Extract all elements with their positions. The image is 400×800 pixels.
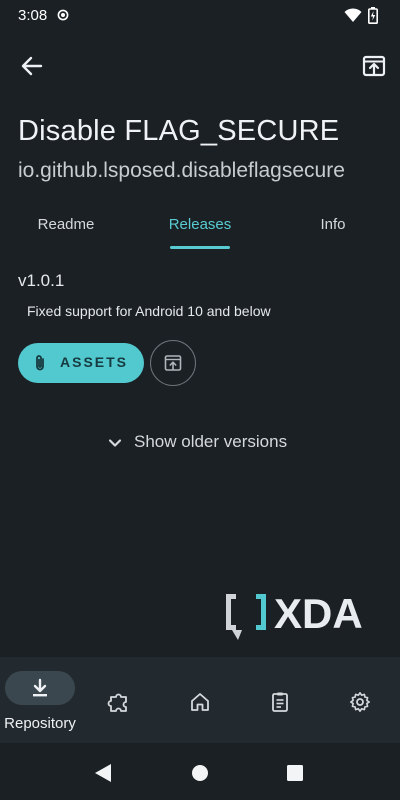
system-recents-icon[interactable] [286,764,304,782]
tab-readme[interactable]: Readme [20,216,112,240]
attachment-icon [33,354,47,372]
gear-icon [350,692,370,712]
xda-watermark-logo: XDA [222,588,394,642]
nav-item-home[interactable] [188,690,212,714]
nav-item-modules[interactable] [107,690,131,714]
module-title: Disable FLAG_SECURE [18,115,340,147]
battery-icon [368,7,378,24]
home-icon [191,693,209,711]
recording-dot-icon [57,9,69,21]
nav-item-logs[interactable] [268,690,292,714]
wifi-icon [344,8,362,23]
system-navigation-bar [0,743,400,800]
system-back-icon[interactable] [94,763,112,783]
package-name: io.github.lsposed.disableflagsecure [18,159,345,182]
tab-releases[interactable]: Releases [154,216,246,240]
tab-info[interactable]: Info [290,216,376,240]
system-home-icon[interactable] [191,764,209,782]
download-icon [33,678,47,697]
release-version: v1.0.1 [18,271,65,290]
nav-item-repository[interactable] [5,671,75,705]
tab-active-indicator [170,246,230,249]
xda-watermark-text: XDA [274,590,363,637]
status-time: 3:08 [18,7,48,24]
nav-item-repository-label: Repository [4,715,76,732]
clipboard-icon [272,692,288,712]
open-in-browser-button[interactable] [358,50,390,82]
release-note: Fixed support for Android 10 and below [27,303,271,319]
back-button[interactable] [16,50,48,82]
show-older-versions-label: Show older versions [134,432,288,451]
assets-button-label: ASSETS [60,354,129,370]
open-in-browser-icon [362,55,386,77]
open-in-browser-icon [164,355,182,371]
puzzle-icon [107,693,127,712]
assets-button[interactable]: ASSETS [18,343,144,383]
status-bar: 3:08 [0,0,400,32]
open-release-button[interactable] [150,340,196,386]
arrow-back-icon [21,56,43,76]
chevron-down-icon [106,434,124,452]
nav-item-settings[interactable] [348,690,372,714]
